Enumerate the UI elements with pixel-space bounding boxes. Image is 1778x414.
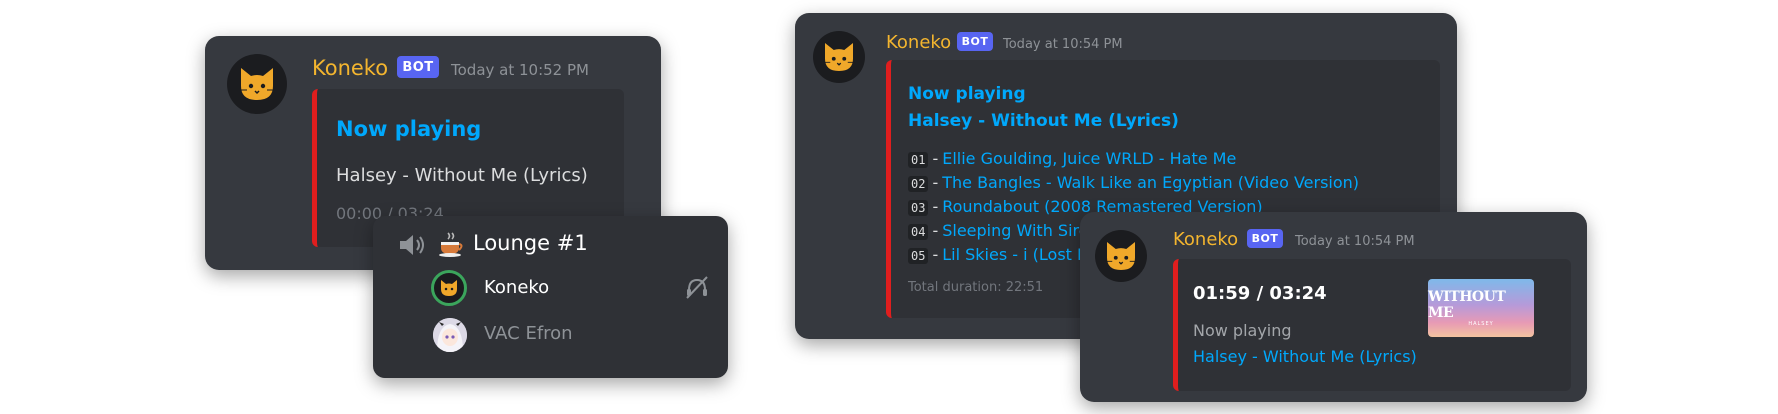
member-avatar-koneko[interactable] — [431, 270, 467, 306]
thumbnail-title: WITHOUT ME — [1428, 289, 1506, 321]
speaker-icon — [400, 235, 424, 255]
timestamp: Today at 10:54 PM — [1295, 234, 1415, 249]
queue-number: 01 — [908, 152, 929, 168]
timestamp: Today at 10:54 PM — [1003, 37, 1123, 52]
queue-number: 04 — [908, 224, 929, 240]
track-title: Halsey - Without Me (Lyrics) — [336, 165, 588, 186]
queue-number: 03 — [908, 200, 929, 216]
channel-name[interactable]: Lounge #1 — [473, 231, 588, 255]
queue-item: 01- Ellie Goulding, Juice WRLD - Hate Me — [908, 149, 1236, 168]
thumbnail-subtitle: HALSEY — [1468, 321, 1494, 327]
username[interactable]: Koneko — [886, 32, 951, 53]
muted-mic-icon[interactable] — [683, 274, 711, 300]
cat-icon — [239, 68, 275, 100]
queue-track-link[interactable]: The Bangles - Walk Like an Egyptian (Vid… — [942, 173, 1359, 192]
member-name-koneko[interactable]: Koneko — [484, 277, 549, 298]
queue-item: 04- Sleeping With Sire — [908, 221, 1089, 240]
bot-avatar[interactable] — [1095, 230, 1147, 282]
queue-item: 05- Lil Skies - i (Lost K — [908, 245, 1088, 264]
progress-time: 01:59 / 03:24 — [1193, 283, 1327, 304]
coffee-cup-icon — [439, 232, 463, 257]
cat-icon — [441, 280, 457, 296]
total-duration: Total duration: 22:51 — [908, 280, 1044, 295]
member-avatar-vac-efron[interactable] — [433, 318, 467, 352]
message-card-3: Koneko BOT Today at 10:54 PM 01:59 / 03:… — [1080, 212, 1587, 402]
current-track[interactable]: Halsey - Without Me (Lyrics) — [908, 111, 1179, 131]
bot-avatar[interactable] — [227, 54, 287, 114]
queue-track-link[interactable]: Ellie Goulding, Juice WRLD - Hate Me — [942, 149, 1236, 168]
queue-number: 02 — [908, 176, 929, 192]
username[interactable]: Koneko — [1173, 229, 1238, 250]
queue-track-link[interactable]: Sleeping With Sire — [942, 221, 1088, 240]
timestamp: Today at 10:52 PM — [451, 61, 589, 79]
embed-title[interactable]: Now playing — [336, 117, 481, 141]
bot-badge: BOT — [1247, 229, 1283, 248]
queue-track-link[interactable]: Lil Skies - i (Lost K — [942, 245, 1087, 264]
bot-badge: BOT — [957, 32, 993, 51]
anime-girl-icon — [433, 318, 467, 352]
queue-number: 05 — [908, 248, 929, 264]
cat-icon — [823, 43, 855, 71]
track-link[interactable]: Halsey - Without Me (Lyrics) — [1193, 347, 1417, 366]
bot-badge: BOT — [397, 56, 439, 78]
voice-channel-panel: Lounge #1 Koneko VAC Efron — [373, 216, 728, 378]
member-name-vac-efron[interactable]: VAC Efron — [484, 323, 573, 344]
now-playing-label: Now playing — [1193, 321, 1292, 340]
cat-icon — [1105, 242, 1137, 270]
bot-avatar[interactable] — [813, 31, 865, 83]
track-thumbnail[interactable]: WITHOUT ME HALSEY — [1428, 279, 1534, 337]
embed-title[interactable]: Now playing — [908, 84, 1026, 104]
queue-item: 02- The Bangles - Walk Like an Egyptian (… — [908, 173, 1359, 192]
username[interactable]: Koneko — [312, 56, 388, 80]
embed: 01:59 / 03:24 Now playing Halsey - Witho… — [1173, 259, 1571, 391]
